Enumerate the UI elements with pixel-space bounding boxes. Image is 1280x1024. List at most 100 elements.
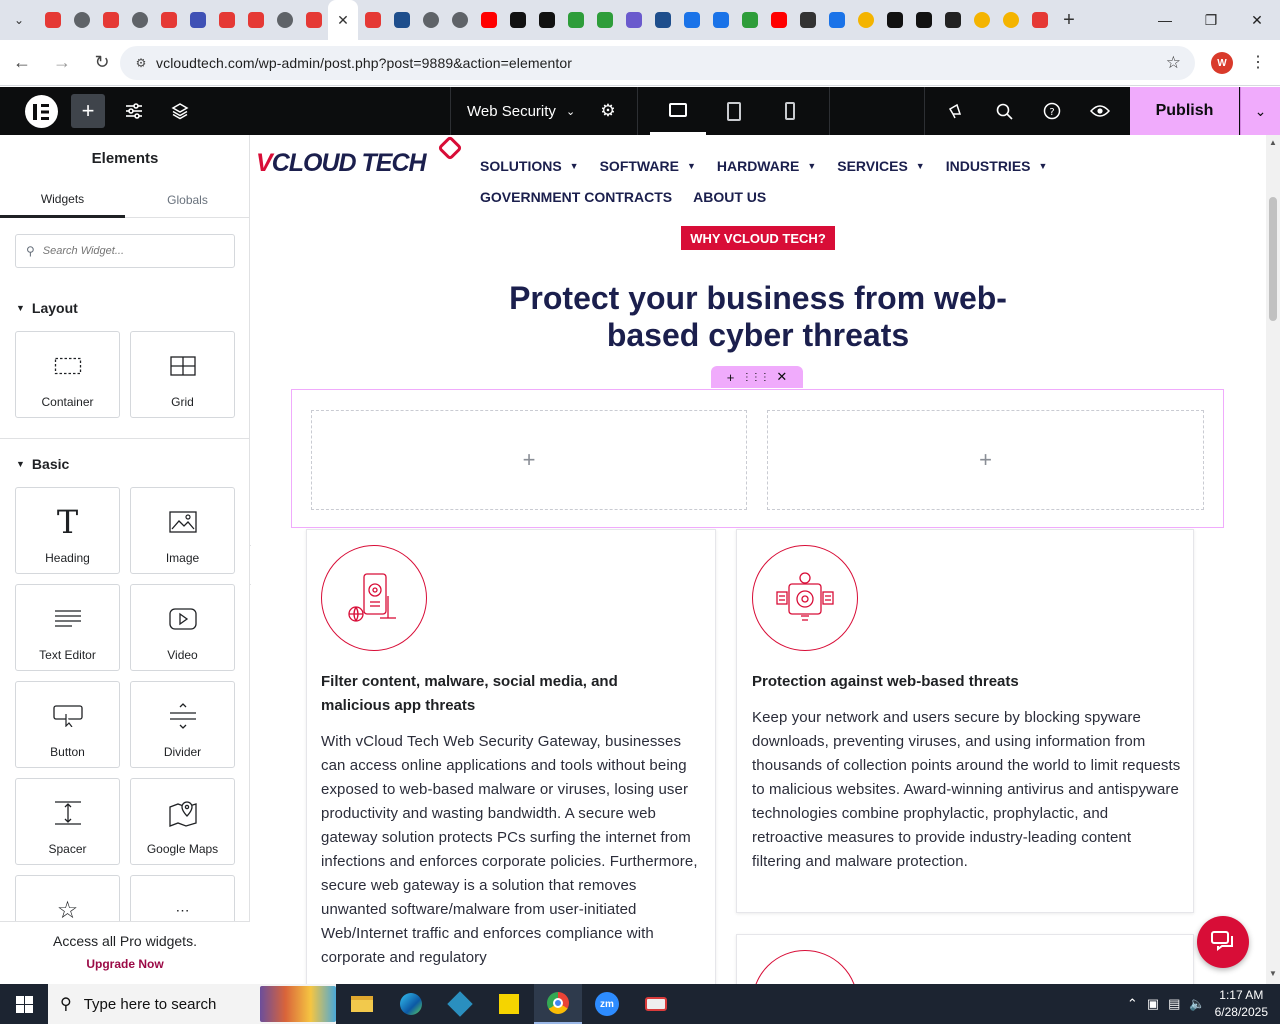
mobile-view-icon[interactable] [762, 87, 818, 135]
scroll-up-arrow-icon[interactable]: ▲ [1269, 138, 1277, 147]
forward-button[interactable]: → [44, 45, 80, 81]
chevron-up-icon[interactable]: ⌃ [1127, 996, 1138, 1012]
browser-tab[interactable] [793, 0, 822, 40]
file-explorer-icon[interactable] [338, 984, 386, 1024]
menu-item[interactable]: SERVICES ▼ [837, 158, 924, 174]
delete-section-icon[interactable]: ✕ [776, 369, 787, 385]
scroll-thumb[interactable] [1269, 197, 1277, 321]
widget-google-maps[interactable]: Google Maps [130, 778, 235, 865]
widget-spacer[interactable]: Spacer [15, 778, 120, 865]
browser-tab[interactable]: ✕ [328, 0, 358, 40]
menu-item[interactable]: SOLUTIONS ▼ [480, 158, 579, 174]
restore-icon[interactable]: ❐ [1188, 0, 1234, 40]
browser-tab[interactable] [764, 0, 793, 40]
widget-container[interactable]: Container [15, 331, 120, 418]
category-layout-header[interactable]: ▼ Layout [16, 300, 78, 316]
menu-item[interactable]: INDUSTRIES ▼ [946, 158, 1048, 174]
browser-tab[interactable] [532, 0, 561, 40]
browser-tab[interactable] [996, 0, 1025, 40]
chat-widget-button[interactable] [1197, 916, 1249, 968]
browser-tab[interactable] [851, 0, 880, 40]
close-window-icon[interactable]: ✕ [1234, 0, 1280, 40]
browser-tab[interactable] [677, 0, 706, 40]
zoom-icon[interactable]: zm [583, 984, 631, 1024]
widget-text-editor[interactable]: Text Editor [15, 584, 120, 671]
structure-layers-icon[interactable] [163, 94, 197, 128]
menu-item[interactable]: HARDWARE ▼ [717, 158, 816, 174]
feature-card[interactable]: Filter content, malware, social media, a… [306, 529, 716, 984]
document-settings-dropdown[interactable]: Web Security ⌄ [450, 87, 575, 135]
browser-tab[interactable] [735, 0, 764, 40]
browser-tab[interactable] [967, 0, 996, 40]
clock[interactable]: 1:17 AM 6/28/2025 [1215, 987, 1268, 1021]
browser-menu-icon[interactable]: ⋮ [1250, 52, 1266, 74]
whats-new-megaphone-icon[interactable] [939, 94, 973, 128]
browser-tab[interactable] [503, 0, 532, 40]
feature-card[interactable]: Protection against web-based threats Kee… [736, 529, 1194, 913]
minimize-icon[interactable]: — [1142, 0, 1188, 40]
browser-tab[interactable] [909, 0, 938, 40]
site-info-icon[interactable]: ⚙ [132, 54, 150, 72]
meet-now-icon[interactable]: ▣ [1147, 996, 1159, 1012]
widget-heading[interactable]: T Heading [15, 487, 120, 574]
tab-widgets[interactable]: Widgets [0, 182, 125, 218]
widget-search[interactable]: ⚲ [15, 234, 235, 268]
browser-tab[interactable] [125, 0, 154, 40]
browser-tab[interactable] [38, 0, 67, 40]
browser-tab[interactable] [561, 0, 590, 40]
add-section-icon[interactable]: + [727, 370, 735, 385]
browser-tab[interactable] [212, 0, 241, 40]
browser-tab[interactable] [1025, 0, 1054, 40]
back-button[interactable]: ← [4, 45, 40, 81]
browser-tab[interactable] [270, 0, 299, 40]
windows-start-icon[interactable] [0, 984, 48, 1024]
add-element-button[interactable]: + [71, 94, 105, 128]
why-badge[interactable]: WHY VCLOUD TECH? [681, 226, 835, 250]
browser-tab[interactable] [241, 0, 270, 40]
snipping-tool-icon[interactable] [632, 984, 680, 1024]
selected-section[interactable]: + + [291, 389, 1224, 528]
feature-card-partial[interactable] [736, 934, 1194, 984]
widget-search-input[interactable] [42, 245, 223, 257]
taskbar-search[interactable]: ⚲ Type here to search [48, 984, 336, 1024]
empty-column-add-icon[interactable]: + [767, 410, 1204, 510]
browser-tab[interactable] [299, 0, 328, 40]
browser-tab[interactable] [358, 0, 387, 40]
elementor-logo-icon[interactable] [25, 95, 58, 128]
browser-tab[interactable] [706, 0, 735, 40]
browser-tab[interactable] [474, 0, 503, 40]
volume-icon[interactable]: 🔈 [1189, 996, 1205, 1012]
preview-eye-icon[interactable] [1083, 94, 1117, 128]
browser-tab[interactable] [154, 0, 183, 40]
empty-column-add-icon[interactable]: + [311, 410, 747, 510]
browser-tab[interactable] [590, 0, 619, 40]
url-text[interactable]: vcloudtech.com/wp-admin/post.php?post=98… [156, 55, 572, 71]
browser-tab[interactable] [938, 0, 967, 40]
drag-handle-icon[interactable]: ⋮⋮⋮ [742, 372, 770, 383]
close-tab-icon[interactable]: ✕ [337, 12, 349, 29]
page-settings-gear-icon[interactable]: ⚙ [591, 94, 625, 128]
menu-item[interactable]: SOFTWARE ▼ [600, 158, 696, 174]
category-basic-header[interactable]: ▼ Basic [16, 456, 69, 472]
publish-options-chevron-icon[interactable]: ⌄ [1240, 87, 1280, 135]
page-headline[interactable]: Protect your business from web-based cyb… [483, 280, 1033, 354]
finder-search-icon[interactable] [987, 94, 1021, 128]
browser-tab[interactable] [183, 0, 212, 40]
widget-divider[interactable]: Divider [130, 681, 235, 768]
menu-item[interactable]: GOVERNMENT CONTRACTS [480, 189, 672, 205]
widget-grid[interactable]: Grid [130, 331, 235, 418]
browser-tab[interactable] [880, 0, 909, 40]
browser-tab[interactable] [648, 0, 677, 40]
bookmark-star-icon[interactable]: ☆ [1166, 53, 1181, 73]
network-icon[interactable]: ▤ [1168, 996, 1180, 1012]
reload-button[interactable]: ↻ [84, 45, 120, 81]
help-icon[interactable]: ? [1035, 94, 1069, 128]
widget-button[interactable]: Button [15, 681, 120, 768]
publish-button[interactable]: Publish [1130, 87, 1239, 135]
new-tab-button[interactable]: + [1054, 0, 1084, 40]
desktop-view-icon[interactable] [650, 87, 706, 135]
browser-tab[interactable] [445, 0, 474, 40]
upgrade-link[interactable]: Upgrade Now [0, 957, 250, 971]
site-settings-sliders-icon[interactable] [117, 94, 151, 128]
edge-icon[interactable] [387, 984, 435, 1024]
